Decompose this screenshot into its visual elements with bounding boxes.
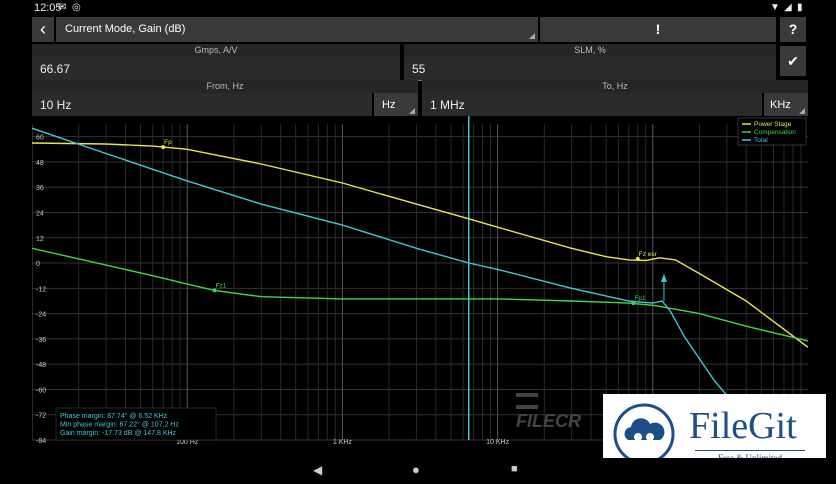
margin-annotation: Phase margin: 87.74° @ 6.52 KHz [60,412,168,420]
chart-grid [32,116,808,441]
margin-annotation: Min phase margin: 67.22° @ 107.2 Hz [60,421,179,429]
mode-dropdown[interactable]: Current Mode, Gain (dB) [56,17,538,42]
y-tick-label: -48 [36,362,46,369]
x-tick-label: 1 KHz [333,439,353,446]
nav-home-button[interactable]: ● [412,462,420,477]
y-tick-label: 48 [36,160,44,167]
y-tick-label: -36 [36,337,46,344]
dropdown-corner-icon [409,108,415,114]
at-icon: ◎ [72,2,81,13]
margin-annotations: Phase margin: 87.74° @ 6.52 KHzMin phase… [55,407,217,441]
nav-back-button[interactable]: ◀ [313,463,322,477]
slm-input[interactable]: 55 [404,57,776,81]
to-unit-value: KHz [770,99,791,111]
power-stage-line [32,142,808,348]
chart-legend: Power StageCompensationTotal [737,117,807,146]
marker-label: Fz1 [216,282,227,289]
y-tick-label: 36 [36,185,44,192]
wifi-icon: ▼ [770,2,780,13]
filegit-cloud-icon [613,403,675,465]
help-button[interactable]: ? [780,17,806,42]
y-tick-label: -12 [36,286,46,293]
to-input[interactable]: 1 MHz [422,93,762,117]
y-tick-label: -60 [36,387,46,394]
margin-annotation: Gain margin: -17.73 dB @ 147.8 KHz [60,430,177,437]
filecr-watermark-text: FILECR [516,411,581,431]
slm-label: SLM, % [404,44,776,57]
gmps-label: Gmps, A/V [32,44,400,57]
alert-button[interactable]: ! [540,17,776,42]
gmps-input[interactable]: 66.67 [32,57,400,81]
filecr-watermark: FILECR [516,390,606,431]
y-tick-label: 24 [36,210,44,217]
dropdown-corner-icon [529,33,535,39]
y-tick-label: 0 [36,261,40,268]
mode-title: Current Mode, Gain (dB) [65,23,186,35]
back-button[interactable]: ‹ [32,17,54,42]
y-tick-label: -24 [36,312,46,319]
marker-label: Fp1 [634,295,646,302]
compensation-line [32,247,808,342]
y-tick-label: 12 [36,236,44,243]
marker-label: Fp [164,139,172,146]
confirm-button[interactable]: ✔ [780,46,806,76]
battery-icon: ▮ [797,2,803,13]
check-icon: ✔ [787,53,799,69]
gain-margin-arrowhead [660,273,667,282]
to-label: To, Hz [422,80,808,93]
legend-label: Power Stage [754,121,792,128]
nav-recent-button[interactable]: ■ [511,463,518,475]
dropdown-corner-icon [799,108,805,114]
from-unit-value: Hz [382,99,396,111]
status-bar: 12:05 ✉ ◎ ▼ ◢ ▮ [0,0,836,16]
x-tick-label: 10 KHz [486,439,509,446]
from-label: From, Hz [32,80,418,93]
legend-label: Compensation [754,129,796,136]
legend-label: Total [754,137,768,144]
y-tick-label: -84 [36,438,46,445]
from-unit-dropdown[interactable]: Hz [374,93,418,117]
nav-bar: ◀ ● ■ [0,458,836,484]
signal-icon: ◢ [784,2,792,13]
to-unit-dropdown[interactable]: KHz [764,93,808,117]
marker-label: Fz esr [639,251,658,258]
filecr-logo-icon [516,393,538,410]
from-input[interactable]: 10 Hz [32,93,372,117]
filegit-brand: FileGit [689,405,797,447]
y-tick-label: -72 [36,413,46,420]
chart-axes: 60483624120-12-24-36-48-60-72-84 100 Hz 1 … [36,135,510,446]
mail-icon: ✉ [58,2,67,13]
y-tick-label: 60 [36,135,44,142]
